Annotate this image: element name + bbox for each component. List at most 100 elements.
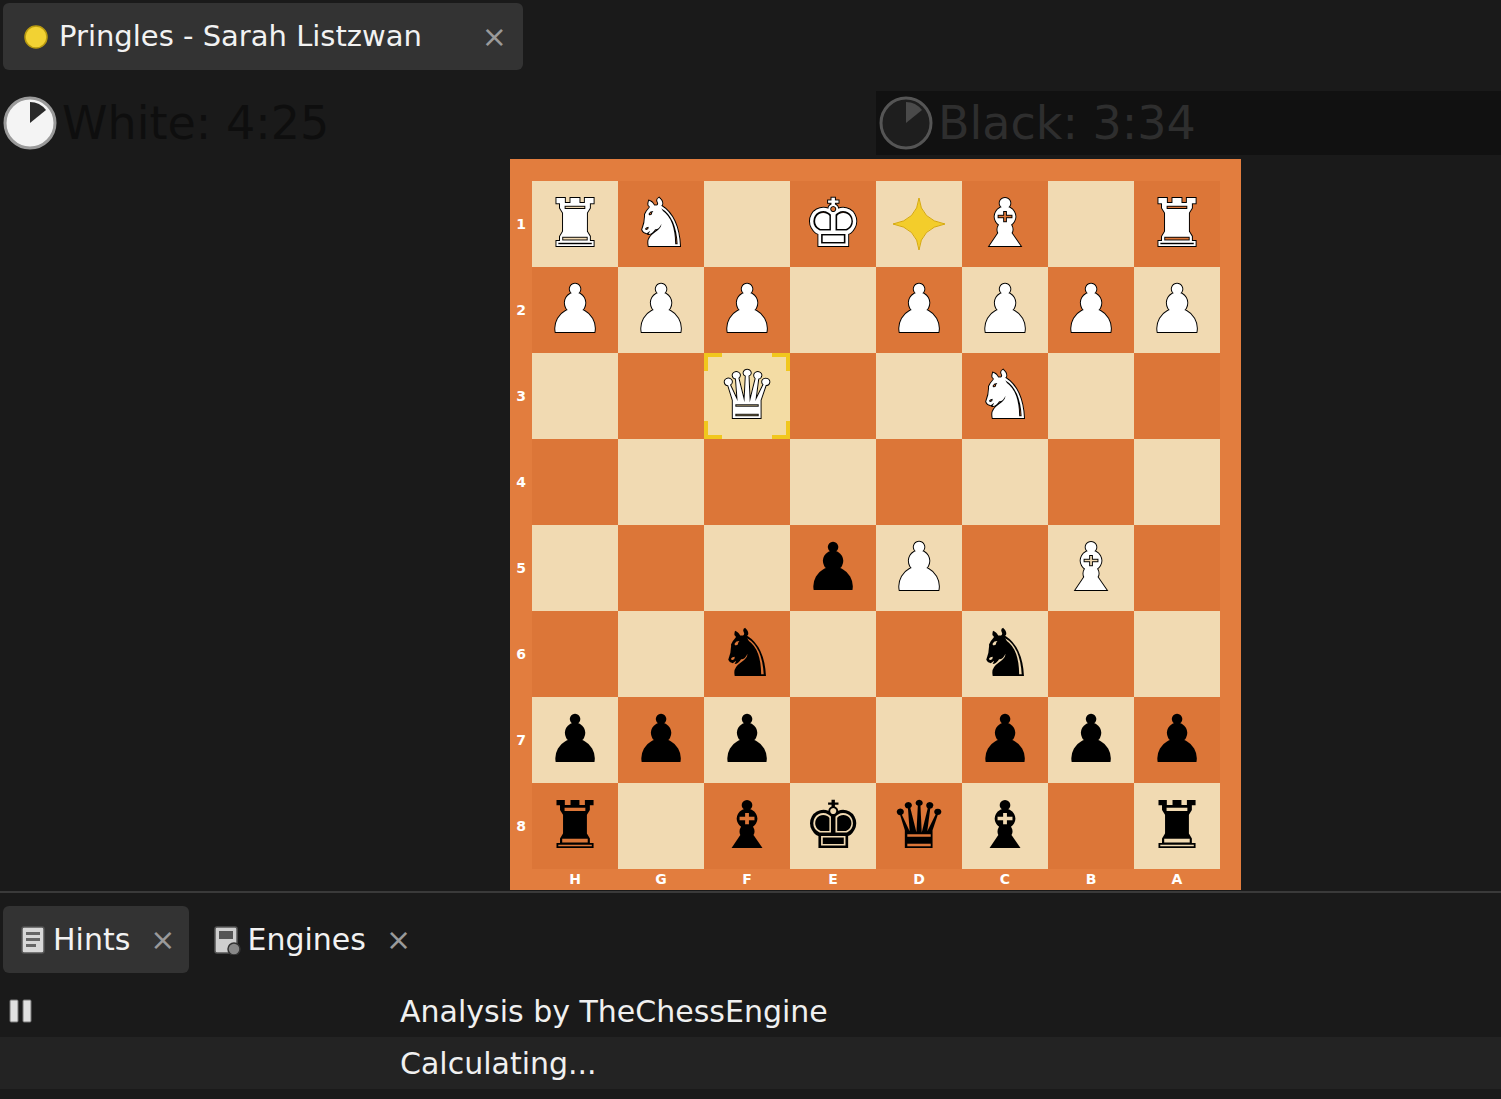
board-square[interactable]: ♝ — [962, 181, 1048, 267]
piece[interactable]: ♟ — [965, 270, 1045, 350]
piece[interactable]: ♟ — [1051, 700, 1131, 780]
board-square[interactable]: ♞ — [962, 353, 1048, 439]
board-square[interactable] — [532, 439, 618, 525]
board-square[interactable]: ♟ — [532, 267, 618, 353]
board-square[interactable] — [790, 697, 876, 783]
piece[interactable]: ♞ — [965, 356, 1045, 436]
board-square[interactable] — [790, 611, 876, 697]
piece[interactable]: ♟ — [879, 528, 959, 608]
board-square[interactable] — [704, 439, 790, 525]
board-square[interactable]: ♟ — [704, 697, 790, 783]
board-square[interactable] — [876, 697, 962, 783]
piece[interactable]: ♜ — [535, 184, 615, 264]
board-square[interactable] — [1048, 439, 1134, 525]
board-square[interactable] — [532, 611, 618, 697]
board-square[interactable] — [876, 439, 962, 525]
board-square[interactable] — [618, 611, 704, 697]
board-square[interactable] — [962, 439, 1048, 525]
board-square[interactable] — [1134, 439, 1220, 525]
board-square[interactable]: ♟ — [962, 267, 1048, 353]
board-square[interactable]: ♝ — [1048, 525, 1134, 611]
board-square[interactable] — [876, 181, 962, 267]
piece[interactable]: ♝ — [965, 184, 1045, 264]
board-square[interactable] — [1048, 783, 1134, 869]
pause-button[interactable] — [8, 999, 34, 1023]
piece[interactable]: ♟ — [535, 270, 615, 350]
piece[interactable]: ♟ — [1051, 270, 1131, 350]
board-square[interactable] — [532, 353, 618, 439]
board-square[interactable]: ♚ — [790, 181, 876, 267]
piece[interactable]: ♜ — [535, 786, 615, 866]
board-square[interactable]: ♟ — [1134, 697, 1220, 783]
game-tab[interactable]: Pringles - Sarah Listzwan× — [3, 3, 523, 70]
board-square[interactable] — [790, 353, 876, 439]
board-square[interactable]: ♞ — [704, 611, 790, 697]
piece[interactable]: ♜ — [1137, 184, 1217, 264]
board-square[interactable]: ♞ — [618, 181, 704, 267]
piece[interactable]: ♞ — [621, 184, 701, 264]
board-square[interactable] — [790, 267, 876, 353]
piece[interactable]: ♞ — [965, 614, 1045, 694]
board-square[interactable]: ♟ — [962, 697, 1048, 783]
board-square[interactable]: ♟ — [790, 525, 876, 611]
close-button[interactable]: × — [386, 917, 411, 962]
board-square[interactable]: ♝ — [704, 783, 790, 869]
board-square[interactable] — [704, 181, 790, 267]
board-square[interactable]: ♟ — [618, 697, 704, 783]
piece[interactable]: ♟ — [1137, 270, 1217, 350]
piece[interactable]: ♞ — [707, 614, 787, 694]
board-square[interactable] — [618, 783, 704, 869]
board-square[interactable] — [704, 525, 790, 611]
piece[interactable]: ♟ — [879, 270, 959, 350]
board-square[interactable]: ♛ — [876, 783, 962, 869]
board-square[interactable]: ♟ — [618, 267, 704, 353]
piece[interactable]: ♟ — [1137, 700, 1217, 780]
piece[interactable]: ♛ — [879, 786, 959, 866]
board-square[interactable]: ♜ — [1134, 783, 1220, 869]
piece[interactable]: ♟ — [793, 528, 873, 608]
piece[interactable]: ♜ — [1137, 786, 1217, 866]
piece[interactable]: ♟ — [535, 700, 615, 780]
close-button[interactable]: × — [150, 917, 175, 962]
piece[interactable]: ♟ — [621, 270, 701, 350]
board-square[interactable]: ♟ — [1048, 267, 1134, 353]
board-square[interactable] — [618, 439, 704, 525]
board-square[interactable]: ♟ — [876, 525, 962, 611]
board-square[interactable]: ♟ — [1134, 267, 1220, 353]
board-square[interactable]: ♟ — [876, 267, 962, 353]
board-square[interactable] — [1048, 353, 1134, 439]
board-square[interactable] — [790, 439, 876, 525]
board-square[interactable] — [1134, 525, 1220, 611]
board-square[interactable]: ♛ — [704, 353, 790, 439]
piece[interactable]: ♝ — [965, 786, 1045, 866]
board-square[interactable]: ♟ — [704, 267, 790, 353]
board-square[interactable] — [618, 353, 704, 439]
board-square[interactable] — [1048, 611, 1134, 697]
board-square[interactable]: ♜ — [1134, 181, 1220, 267]
board-square[interactable] — [1048, 181, 1134, 267]
board-square[interactable]: ♟ — [532, 697, 618, 783]
board-square[interactable] — [876, 353, 962, 439]
piece[interactable]: ♟ — [707, 700, 787, 780]
close-button[interactable]: × — [482, 14, 507, 59]
board-square[interactable] — [876, 611, 962, 697]
piece[interactable]: ♚ — [793, 786, 873, 866]
piece[interactable]: ♟ — [621, 700, 701, 780]
board-square[interactable]: ♜ — [532, 783, 618, 869]
piece[interactable]: ♛ — [707, 356, 787, 436]
panel-tab[interactable]: Engines× — [197, 906, 425, 973]
panel-tab[interactable]: Hints× — [3, 906, 189, 973]
board-square[interactable] — [1134, 353, 1220, 439]
board-square[interactable]: ♝ — [962, 783, 1048, 869]
piece[interactable]: ♝ — [1051, 528, 1131, 608]
board-square[interactable]: ♞ — [962, 611, 1048, 697]
board-square[interactable]: ♚ — [790, 783, 876, 869]
board-square[interactable]: ♟ — [1048, 697, 1134, 783]
piece[interactable]: ♚ — [793, 184, 873, 264]
piece[interactable]: ♟ — [707, 270, 787, 350]
board-square[interactable] — [962, 525, 1048, 611]
piece[interactable]: ♝ — [707, 786, 787, 866]
board-square[interactable]: ♜ — [532, 181, 618, 267]
board-square[interactable] — [618, 525, 704, 611]
piece[interactable]: ♟ — [965, 700, 1045, 780]
